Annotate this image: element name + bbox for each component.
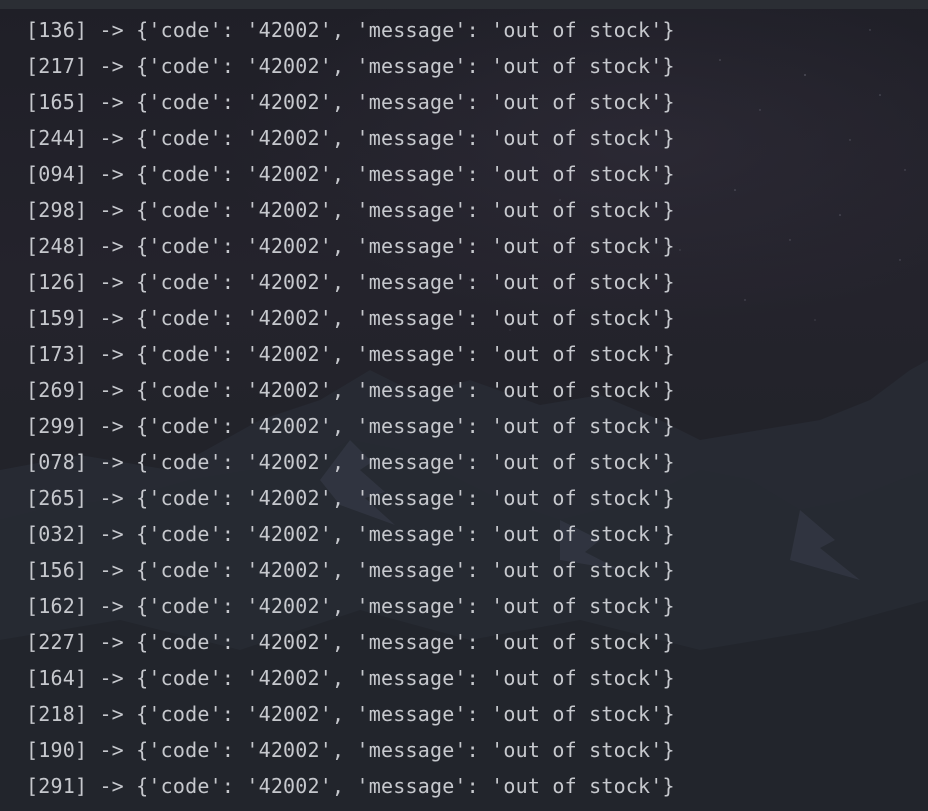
log-line[interactable]: [164] -> {'code': '42002', 'message': 'o… (0, 660, 928, 696)
log-line[interactable]: [299] -> {'code': '42002', 'message': 'o… (0, 408, 928, 444)
console-output-panel[interactable]: [136] -> {'code': '42002', 'message': 'o… (0, 0, 928, 811)
log-line[interactable]: [244] -> {'code': '42002', 'message': 'o… (0, 120, 928, 156)
log-line[interactable]: [218] -> {'code': '42002', 'message': 'o… (0, 696, 928, 732)
log-line[interactable]: [298] -> {'code': '42002', 'message': 'o… (0, 192, 928, 228)
log-line[interactable]: [227] -> {'code': '42002', 'message': 'o… (0, 624, 928, 660)
log-line[interactable]: [078] -> {'code': '42002', 'message': 'o… (0, 444, 928, 480)
log-line[interactable]: [248] -> {'code': '42002', 'message': 'o… (0, 228, 928, 264)
log-line[interactable]: [190] -> {'code': '42002', 'message': 'o… (0, 732, 928, 768)
log-line[interactable]: [159] -> {'code': '42002', 'message': 'o… (0, 300, 928, 336)
log-lines: [136] -> {'code': '42002', 'message': 'o… (0, 12, 928, 804)
log-line[interactable]: [094] -> {'code': '42002', 'message': 'o… (0, 156, 928, 192)
log-line[interactable]: [173] -> {'code': '42002', 'message': 'o… (0, 336, 928, 372)
log-line[interactable]: [162] -> {'code': '42002', 'message': 'o… (0, 588, 928, 624)
log-line[interactable]: [032] -> {'code': '42002', 'message': 'o… (0, 516, 928, 552)
log-line[interactable]: [136] -> {'code': '42002', 'message': 'o… (0, 12, 928, 48)
log-line[interactable]: [217] -> {'code': '42002', 'message': 'o… (0, 48, 928, 84)
log-line[interactable]: [156] -> {'code': '42002', 'message': 'o… (0, 552, 928, 588)
log-line[interactable]: [269] -> {'code': '42002', 'message': 'o… (0, 372, 928, 408)
log-line[interactable]: [165] -> {'code': '42002', 'message': 'o… (0, 84, 928, 120)
log-line[interactable]: [265] -> {'code': '42002', 'message': 'o… (0, 480, 928, 516)
log-line[interactable]: [126] -> {'code': '42002', 'message': 'o… (0, 264, 928, 300)
log-line[interactable]: [291] -> {'code': '42002', 'message': 'o… (0, 768, 928, 804)
